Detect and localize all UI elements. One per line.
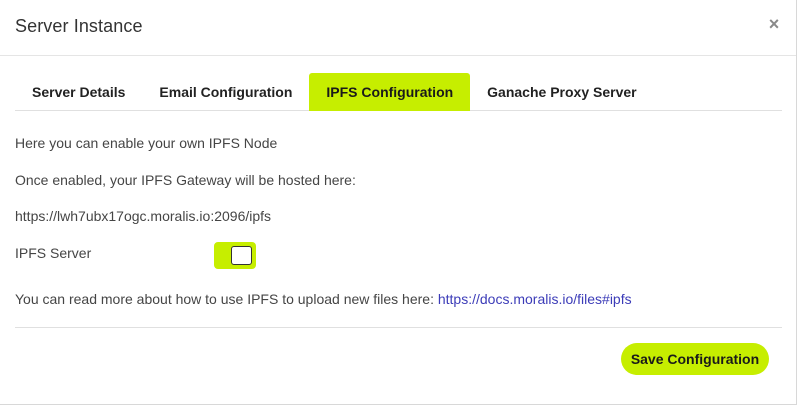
tab-ipfs-configuration[interactable]: IPFS Configuration [309,73,471,111]
tab-bar: Server Details Email Configuration IPFS … [15,73,782,111]
tab-server-details[interactable]: Server Details [15,73,142,111]
save-configuration-button[interactable]: Save Configuration [621,343,769,375]
ipfs-server-toggle[interactable] [214,242,256,269]
read-more-row: You can read more about how to use IPFS … [15,291,632,307]
read-more-text: You can read more about how to use IPFS … [15,291,438,307]
ipfs-intro-text: Here you can enable your own IPFS Node [15,135,278,151]
tab-ganache-proxy-server[interactable]: Ganache Proxy Server [470,73,653,111]
toggle-knob [231,246,252,265]
gateway-url-text: https://lwh7ubx17ogc.moralis.io:2096/ipf… [15,208,272,224]
gateway-note-text: Once enabled, your IPFS Gateway will be … [15,172,356,188]
modal-header: Server Instance × [0,0,796,56]
server-instance-modal: Server Instance × Server Details Email C… [0,0,797,405]
modal-title: Server Instance [15,16,143,36]
close-icon[interactable]: × [766,14,782,34]
tab-email-configuration[interactable]: Email Configuration [142,73,309,111]
ipfs-server-label: IPFS Server [15,245,92,261]
footer-divider [15,327,782,328]
docs-link[interactable]: https://docs.moralis.io/files#ipfs [438,291,632,307]
